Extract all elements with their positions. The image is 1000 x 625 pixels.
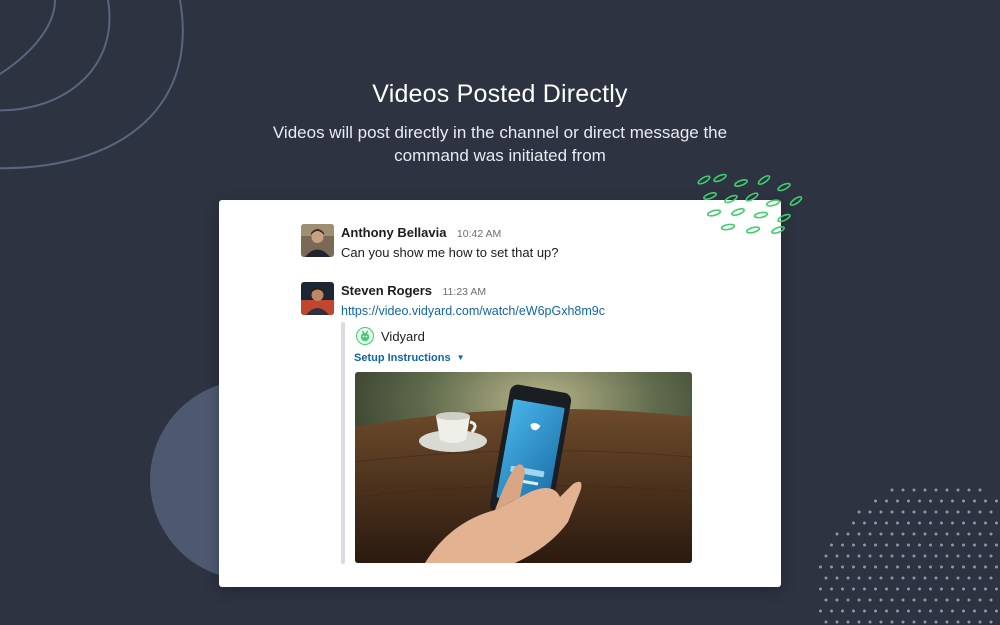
message-text: Can you show me how to set that up?: [341, 245, 559, 260]
message-author[interactable]: Anthony Bellavia: [341, 225, 446, 240]
caret-down-icon[interactable]: ▼: [457, 353, 465, 362]
video-link[interactable]: https://video.vidyard.com/watch/eW6pGxh8…: [341, 302, 761, 320]
vidyard-logo-icon: [356, 327, 374, 345]
link-unfurl-attachment: Vidyard Setup Instructions ▼: [341, 322, 701, 564]
attachment-bar: [341, 322, 345, 564]
green-confetti-decoration: [697, 173, 803, 234]
attachment-title[interactable]: Setup Instructions: [354, 352, 451, 364]
user-avatar[interactable]: [301, 282, 334, 315]
message-timestamp[interactable]: 11:23 AM: [443, 286, 487, 298]
message-timestamp[interactable]: 10:42 AM: [457, 228, 501, 240]
message-author[interactable]: Steven Rogers: [341, 283, 432, 298]
page-subtitle: Videos will post directly in the channel…: [272, 123, 728, 165]
user-avatar[interactable]: [301, 224, 334, 257]
video-thumbnail[interactable]: [355, 372, 692, 563]
page-title: Videos Posted Directly: [372, 80, 628, 108]
chat-card: Anthony Bellavia 10:42 AM Can you show m…: [219, 200, 781, 587]
attachment-title-link[interactable]: Setup Instructions ▼: [354, 351, 464, 365]
attachment-service-name: Vidyard: [381, 329, 425, 344]
